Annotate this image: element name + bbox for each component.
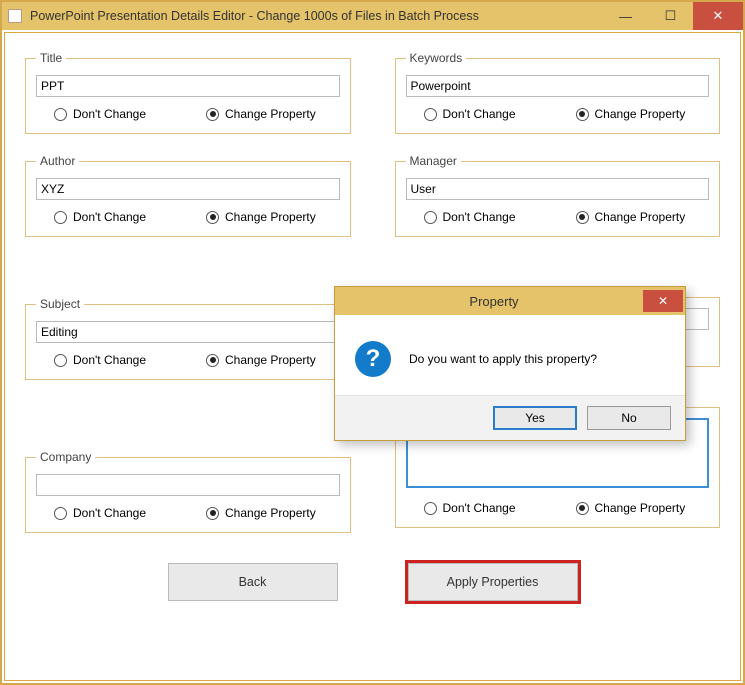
keywords-radio-change[interactable]: Change Property	[576, 107, 686, 121]
radio-label: Change Property	[225, 353, 316, 367]
author-radio-change[interactable]: Change Property	[206, 210, 316, 224]
window-title: PowerPoint Presentation Details Editor -…	[30, 9, 603, 23]
subject-radio-dont-change[interactable]: Don't Change	[54, 353, 146, 367]
subject-group: Subject Don't Change Change Property	[25, 297, 351, 380]
radio-label: Don't Change	[73, 210, 146, 224]
radio-label: Don't Change	[443, 210, 516, 224]
radio-label: Change Property	[225, 210, 316, 224]
radio-label: Change Property	[225, 506, 316, 520]
bottom-buttons: Back Apply Properties	[23, 563, 722, 601]
minimize-button[interactable]: —	[603, 2, 648, 30]
company-radio-change[interactable]: Change Property	[206, 506, 316, 520]
dialog-yes-button[interactable]: Yes	[493, 406, 577, 430]
title-legend: Title	[36, 51, 66, 65]
title-radio-change[interactable]: Change Property	[206, 107, 316, 121]
dialog-no-button[interactable]: No	[587, 406, 671, 430]
company-legend: Company	[36, 450, 95, 464]
manager-input[interactable]	[406, 178, 710, 200]
back-button[interactable]: Back	[168, 563, 338, 601]
author-input[interactable]	[36, 178, 340, 200]
main-window: PowerPoint Presentation Details Editor -…	[0, 0, 745, 685]
radio-label: Change Property	[595, 501, 686, 515]
comments-radio-change[interactable]: Change Property	[576, 501, 686, 515]
radio-label: Change Property	[225, 107, 316, 121]
keywords-group: Keywords Don't Change Change Property	[395, 51, 721, 134]
keywords-legend: Keywords	[406, 51, 467, 65]
author-radio-dont-change[interactable]: Don't Change	[54, 210, 146, 224]
radio-label: Don't Change	[73, 107, 146, 121]
close-button[interactable]: ✕	[693, 2, 743, 30]
keywords-radio-dont-change[interactable]: Don't Change	[424, 107, 516, 121]
author-legend: Author	[36, 154, 79, 168]
manager-radio-change[interactable]: Change Property	[576, 210, 686, 224]
maximize-button[interactable]: ☐	[648, 2, 693, 30]
keywords-input[interactable]	[406, 75, 710, 97]
company-group: Company Don't Change Change Property	[25, 450, 351, 533]
subject-legend: Subject	[36, 297, 84, 311]
manager-radio-dont-change[interactable]: Don't Change	[424, 210, 516, 224]
comments-radio-dont-change[interactable]: Don't Change	[424, 501, 516, 515]
subject-radio-change[interactable]: Change Property	[206, 353, 316, 367]
radio-label: Change Property	[595, 210, 686, 224]
radio-label: Change Property	[595, 107, 686, 121]
property-dialog: Property ✕ ? Do you want to apply this p…	[334, 286, 686, 441]
titlebar[interactable]: PowerPoint Presentation Details Editor -…	[2, 2, 743, 30]
title-input[interactable]	[36, 75, 340, 97]
company-input[interactable]	[36, 474, 340, 496]
window-buttons: — ☐ ✕	[603, 2, 743, 30]
subject-input[interactable]	[36, 321, 340, 343]
dialog-close-button[interactable]: ✕	[643, 290, 683, 312]
dialog-message: Do you want to apply this property?	[409, 352, 597, 366]
manager-group: Manager Don't Change Change Property	[395, 154, 721, 237]
title-radio-dont-change[interactable]: Don't Change	[54, 107, 146, 121]
radio-label: Don't Change	[443, 501, 516, 515]
left-column: Title Don't Change Change Property Autho…	[23, 51, 353, 553]
dialog-title: Property	[345, 294, 643, 309]
question-icon: ?	[355, 341, 391, 377]
app-icon	[8, 9, 22, 23]
dialog-titlebar[interactable]: Property ✕	[335, 287, 685, 315]
manager-legend: Manager	[406, 154, 461, 168]
radio-label: Don't Change	[443, 107, 516, 121]
radio-label: Don't Change	[73, 506, 146, 520]
company-radio-dont-change[interactable]: Don't Change	[54, 506, 146, 520]
apply-properties-button[interactable]: Apply Properties	[408, 563, 578, 601]
title-group: Title Don't Change Change Property	[25, 51, 351, 134]
radio-label: Don't Change	[73, 353, 146, 367]
author-group: Author Don't Change Change Property	[25, 154, 351, 237]
